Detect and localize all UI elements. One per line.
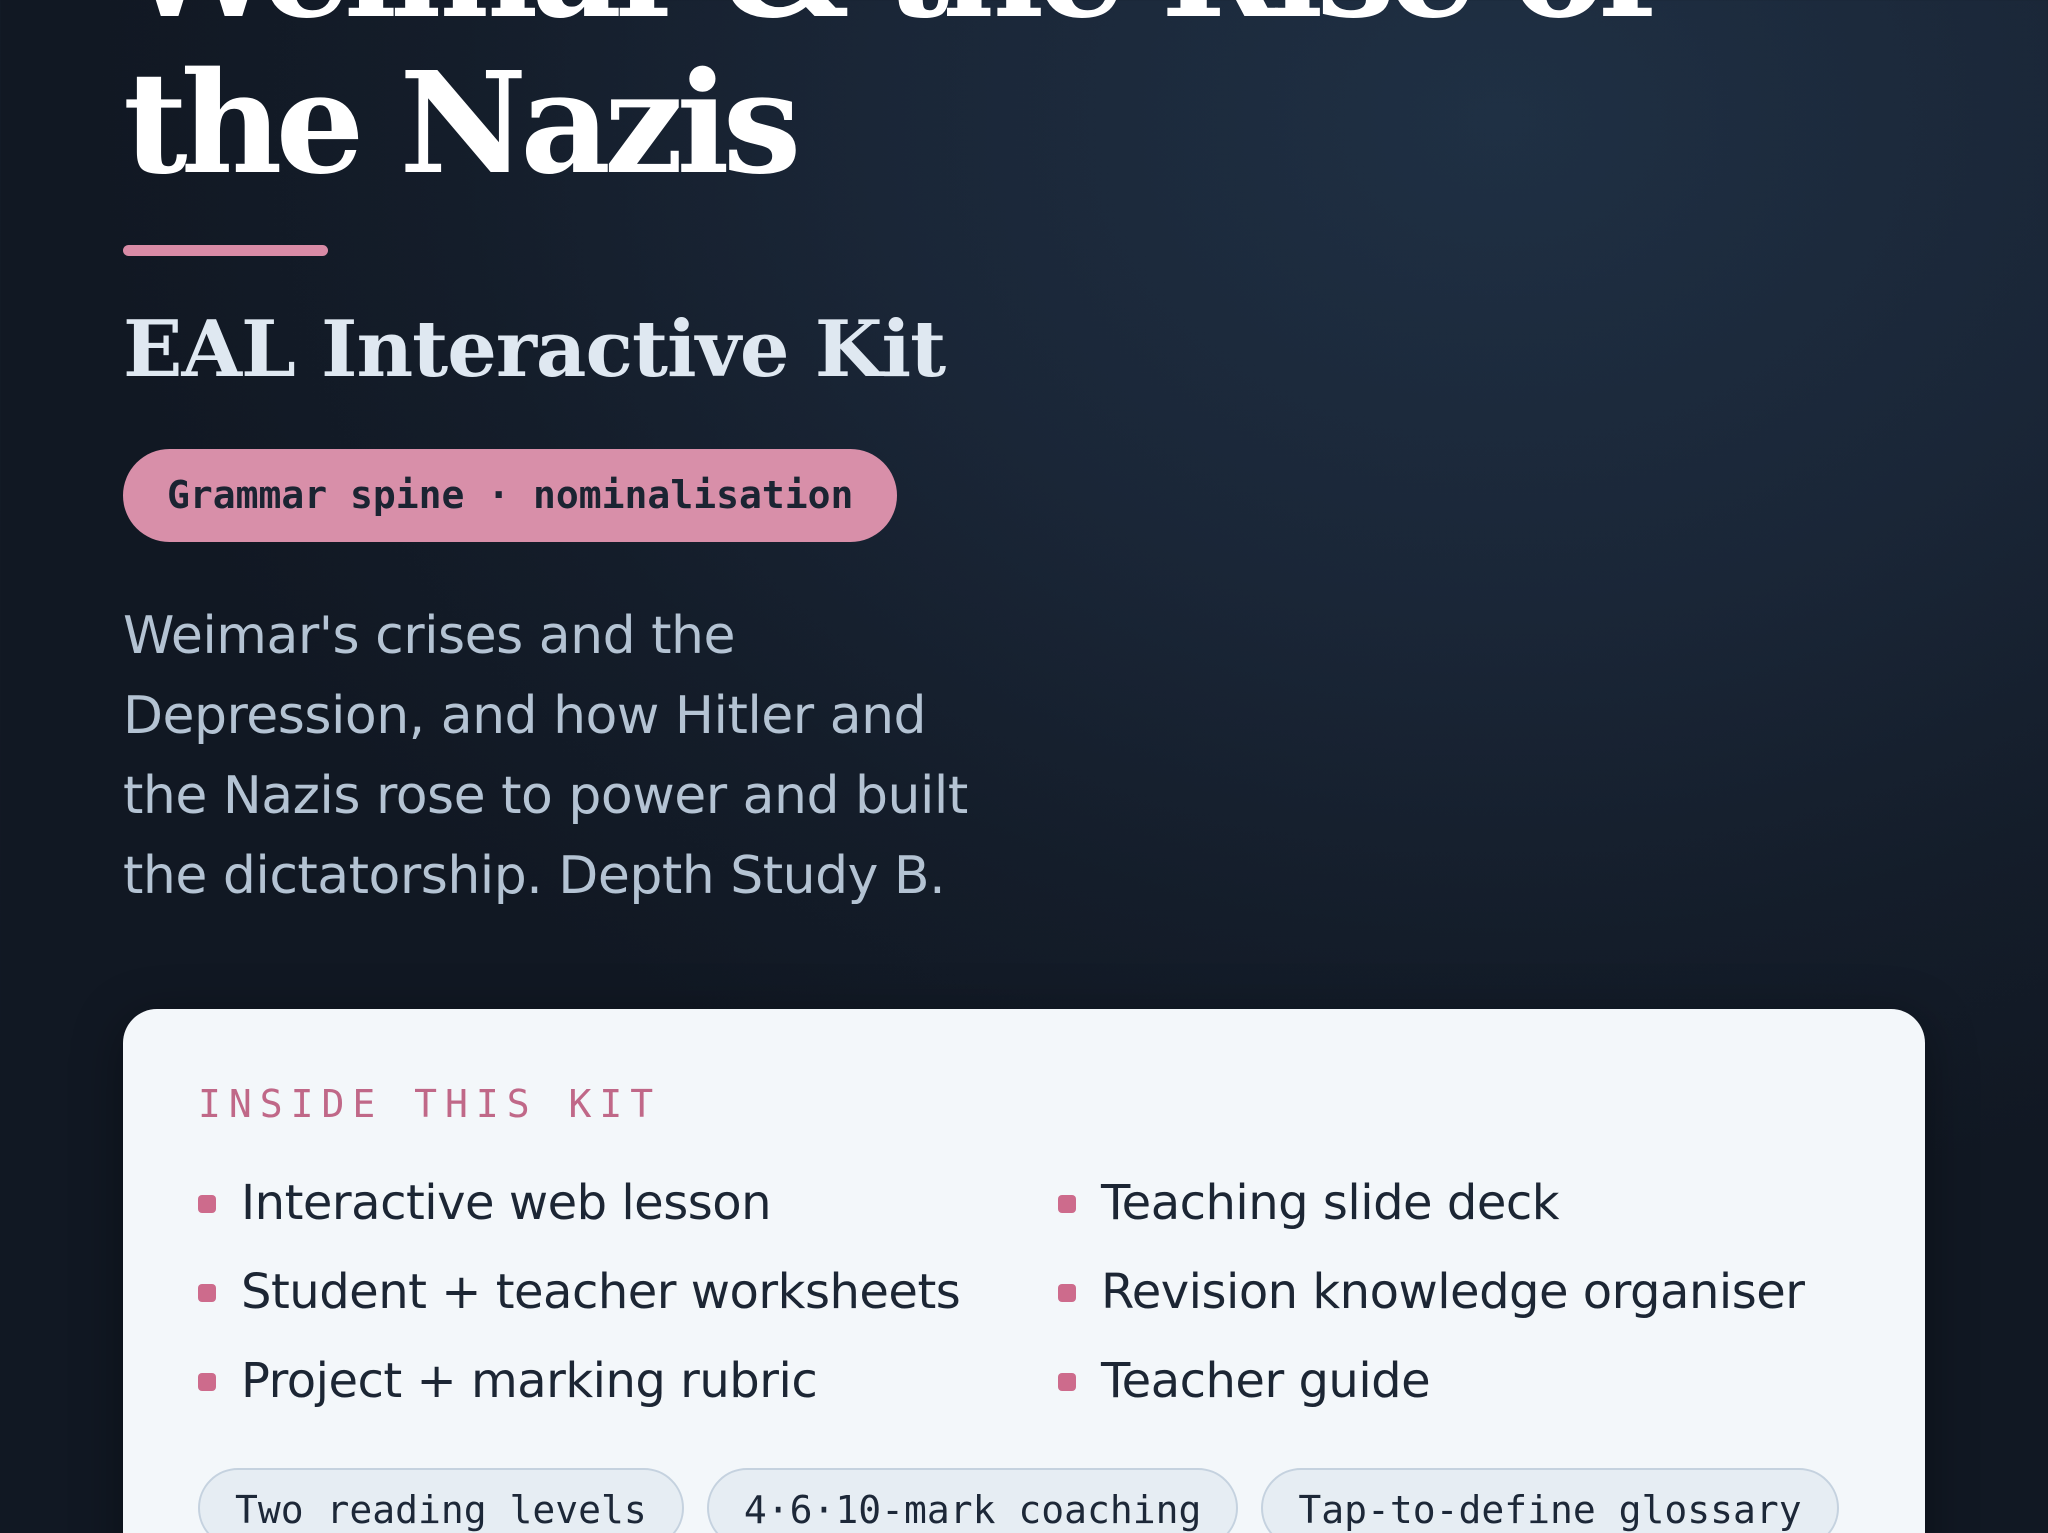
list-item: Student + teacher worksheets — [198, 1248, 1058, 1337]
kit-contents-list-right: Teaching slide deck Revision knowledge o… — [1058, 1159, 1918, 1426]
bullet-square-icon — [1058, 1195, 1076, 1213]
page-title: Weimar & the Rise of the Nazis — [123, 0, 1659, 206]
feature-chip-glossary: Tap-to-define glossary — [1261, 1468, 1839, 1533]
list-item-label: Project + marking rubric — [241, 1353, 818, 1409]
page-title-line-2: the Nazis — [123, 42, 801, 206]
list-item: Interactive web lesson — [198, 1159, 1058, 1248]
list-item: Teacher guide — [1058, 1337, 1918, 1426]
list-item: Project + marking rubric — [198, 1337, 1058, 1426]
feature-chip-mark-coaching: 4·6·10-mark coaching — [706, 1468, 1239, 1533]
bullet-square-icon — [198, 1195, 216, 1213]
list-item-label: Teaching slide deck — [1101, 1175, 1560, 1231]
kit-contents-list-left: Interactive web lesson Student + teacher… — [198, 1159, 1058, 1426]
feature-chip-reading-levels: Two reading levels — [198, 1468, 684, 1533]
list-item: Revision knowledge organiser — [1058, 1248, 1918, 1337]
bullet-square-icon — [1058, 1373, 1076, 1391]
kit-contents-card: INSIDE THIS KIT Interactive web lesson S… — [123, 1009, 1925, 1533]
list-item-label: Student + teacher worksheets — [241, 1264, 961, 1320]
list-item: Teaching slide deck — [1058, 1159, 1918, 1248]
list-item-label: Teacher guide — [1101, 1353, 1431, 1409]
kit-contents-heading: INSIDE THIS KIT — [198, 1082, 662, 1126]
kit-description: Weimar's crises and the Depression, and … — [123, 606, 968, 906]
feature-chips: Two reading levels 4·6·10-mark coaching … — [198, 1468, 1839, 1533]
list-item-label: Interactive web lesson — [241, 1175, 772, 1231]
bullet-square-icon — [198, 1284, 216, 1302]
kit-subtitle: EAL Interactive Kit — [123, 304, 946, 395]
bullet-square-icon — [1058, 1284, 1076, 1302]
grammar-spine-tag: Grammar spine · nominalisation — [123, 449, 898, 542]
list-item-label: Revision knowledge organiser — [1101, 1264, 1805, 1320]
page-title-line-1: Weimar & the Rise of — [123, 0, 1659, 46]
accent-divider — [123, 245, 328, 256]
bullet-square-icon — [198, 1373, 216, 1391]
